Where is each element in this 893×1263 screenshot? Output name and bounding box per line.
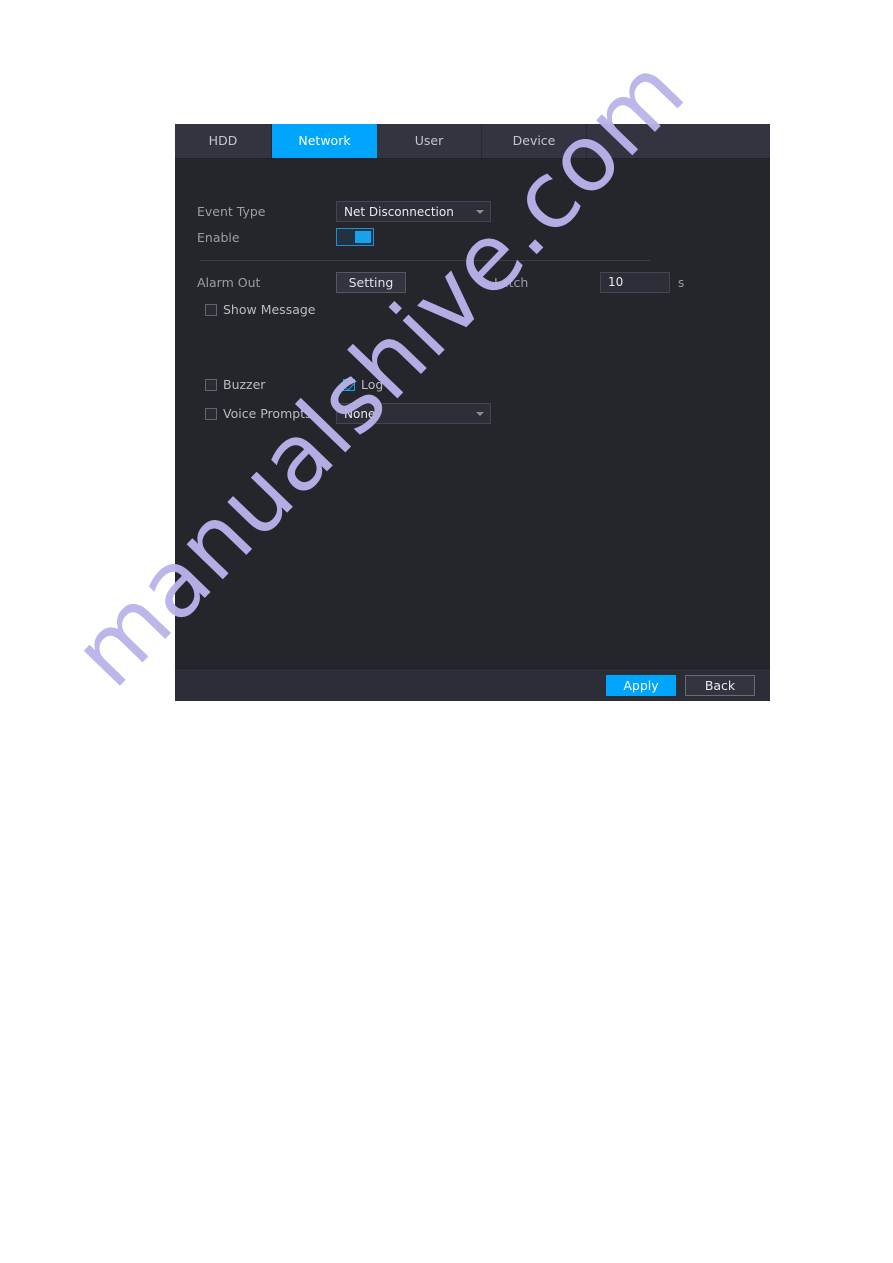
settings-body: manualshive.com Event Type Net Disconnec… [175, 124, 770, 701]
chevron-down-icon [476, 210, 484, 214]
alarm-out-setting-button[interactable]: Setting [336, 272, 406, 293]
dialog-footer: Apply Back [175, 668, 770, 701]
enable-row: Enable [197, 228, 374, 246]
event-type-value: Net Disconnection [344, 204, 454, 219]
voice-prompts-row: Voice Prompts None [205, 403, 491, 424]
alarm-settings-dialog: HDD Network User Device manualshive.com … [175, 124, 770, 701]
show-message-checkbox[interactable] [205, 303, 217, 316]
show-message-row: Show Message [205, 302, 316, 317]
latch-unit: s [678, 275, 685, 290]
section-divider [200, 260, 650, 261]
voice-prompts-select[interactable]: None [336, 403, 491, 424]
log-label: Log [361, 377, 384, 392]
log-checkbox[interactable] [343, 378, 355, 391]
event-type-select[interactable]: Net Disconnection [336, 201, 491, 222]
show-message-checkbox-group[interactable]: Show Message [205, 302, 316, 317]
buzzer-checkbox-group[interactable]: Buzzer [205, 377, 343, 392]
latch-label: Latch [494, 275, 529, 290]
event-type-label: Event Type [197, 204, 266, 219]
voice-prompts-label: Voice Prompts [223, 406, 312, 421]
chevron-down-icon [476, 412, 484, 416]
latch-input[interactable]: 10 [600, 272, 670, 293]
log-checkbox-group[interactable]: Log [343, 377, 383, 392]
buzzer-log-row: Buzzer Log [205, 377, 383, 392]
buzzer-checkbox[interactable] [205, 378, 217, 391]
apply-button[interactable]: Apply [606, 674, 676, 696]
toggle-knob [355, 231, 371, 243]
alarm-out-label: Alarm Out [197, 275, 261, 290]
show-message-label: Show Message [223, 302, 316, 317]
alarm-out-row: Alarm Out Setting Latch 10 s [197, 272, 684, 293]
voice-prompts-value: None [344, 406, 376, 421]
buzzer-label: Buzzer [223, 377, 266, 392]
voice-prompts-checkbox-group[interactable]: Voice Prompts [205, 406, 336, 421]
event-type-row: Event Type Net Disconnection [197, 201, 491, 222]
enable-toggle[interactable] [336, 228, 374, 246]
enable-label: Enable [197, 229, 240, 245]
back-button[interactable]: Back [685, 674, 755, 696]
voice-prompts-checkbox[interactable] [205, 407, 217, 420]
